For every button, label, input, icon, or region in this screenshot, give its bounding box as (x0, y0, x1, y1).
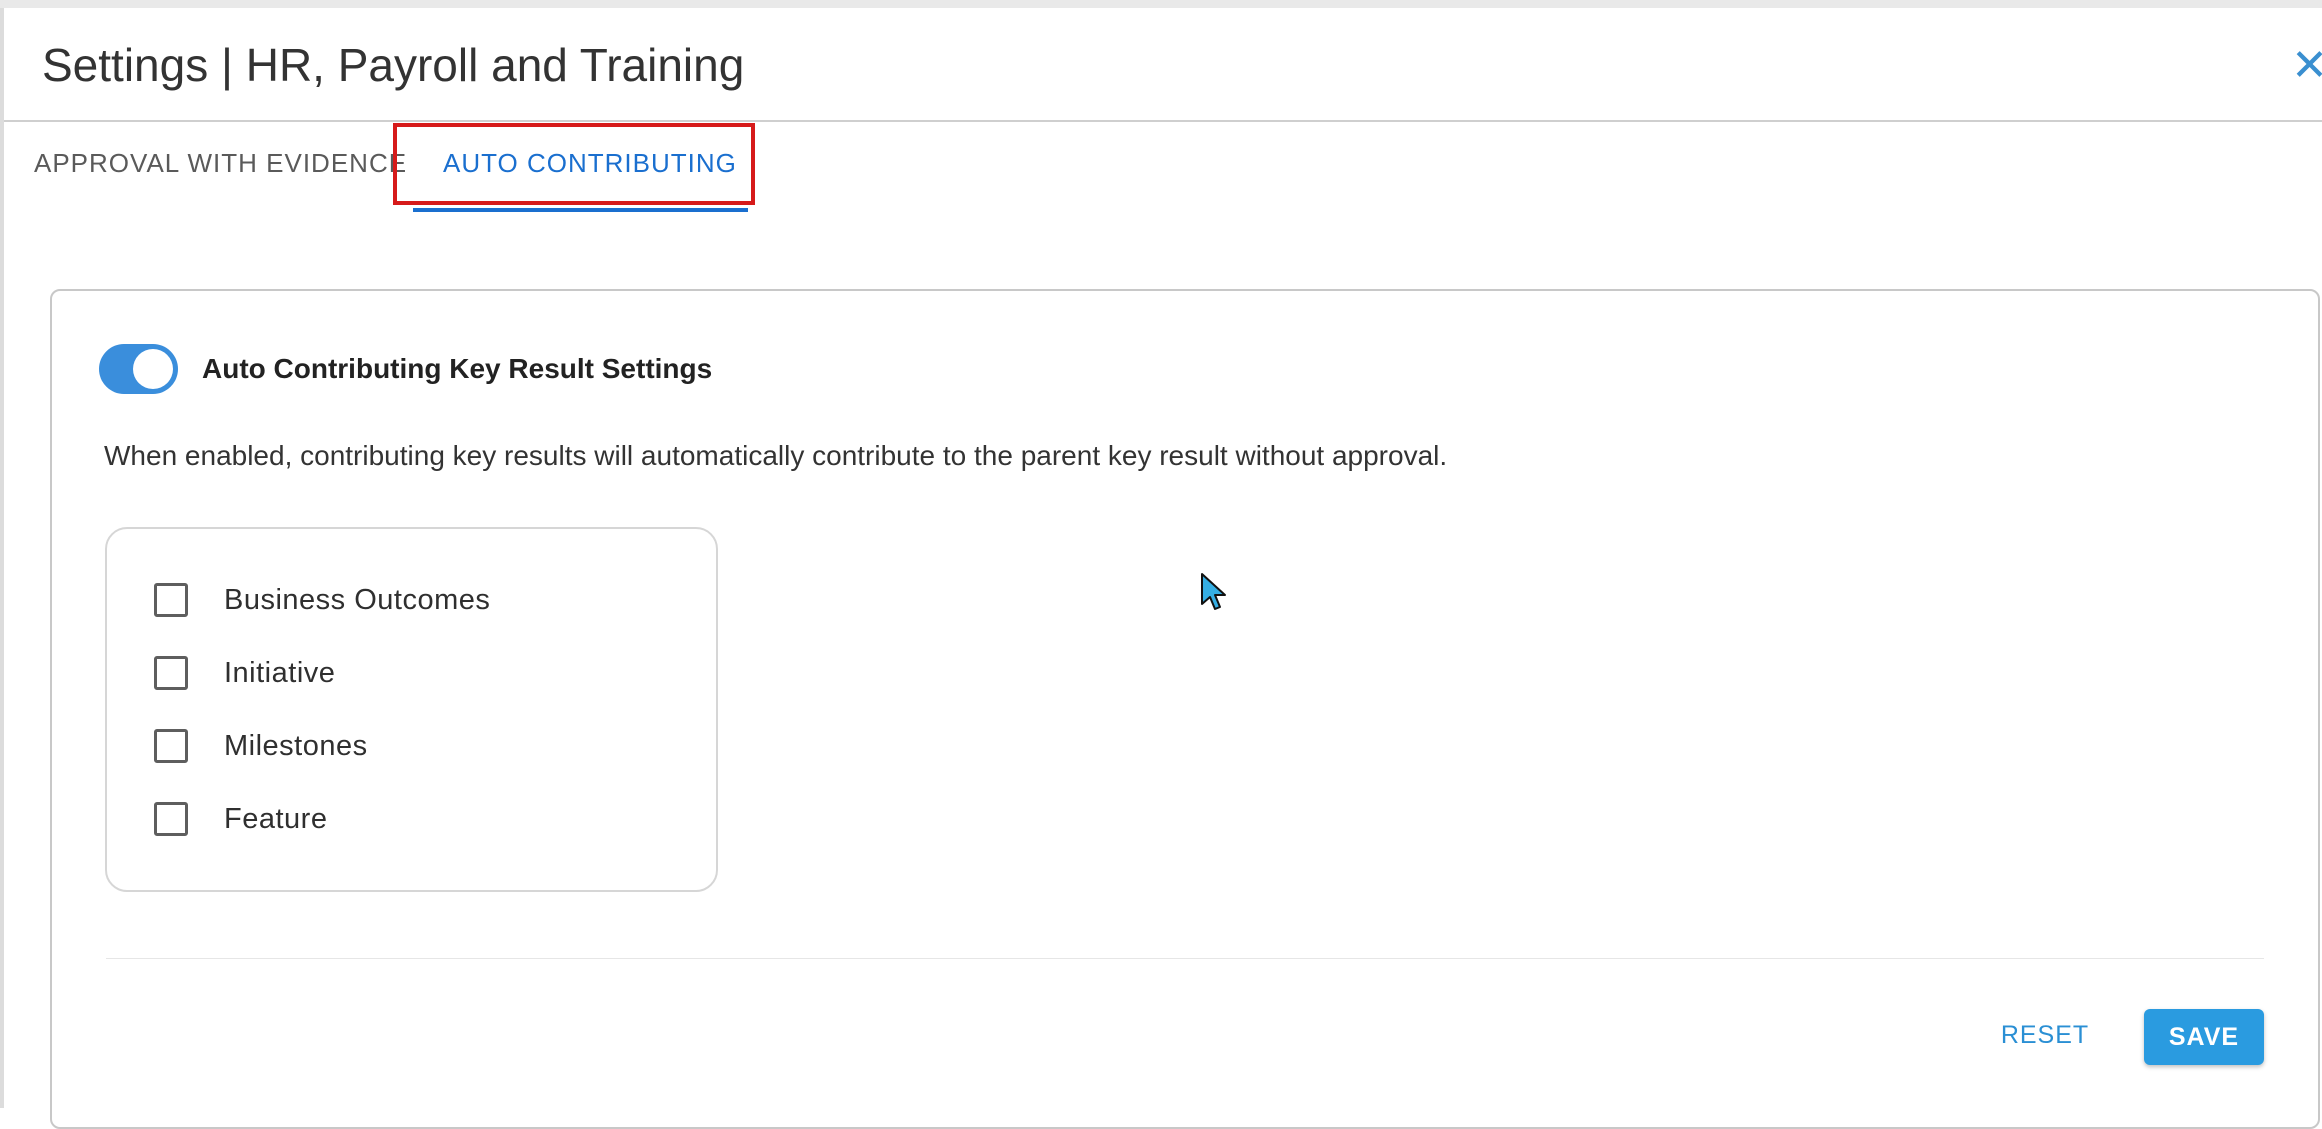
option-label: Business Outcomes (224, 583, 491, 616)
mouse-cursor-icon (1201, 573, 1226, 610)
option-milestones[interactable]: Milestones (154, 726, 368, 766)
dialog-header: Settings | HR, Payroll and Training ✕ (4, 8, 2322, 122)
setting-title: Auto Contributing Key Result Settings (202, 353, 713, 384)
checkbox[interactable] (154, 583, 188, 617)
checkbox[interactable] (154, 802, 188, 836)
option-label: Initiative (224, 656, 336, 689)
left-edge (0, 8, 4, 1108)
save-button[interactable]: SAVE (2144, 1009, 2264, 1065)
setting-description: When enabled, contributing key results w… (104, 440, 1448, 471)
toggle-knob (133, 349, 173, 389)
active-tab-indicator (413, 208, 748, 212)
tab-approval-with-evidence[interactable]: APPROVAL WITH EVIDENCE (34, 148, 407, 179)
reset-button[interactable]: RESET (1985, 1007, 2105, 1063)
close-icon[interactable]: ✕ (2291, 44, 2322, 88)
option-business-outcomes[interactable]: Business Outcomes (154, 580, 490, 620)
tab-auto-contributing[interactable]: AUTO CONTRIBUTING (443, 148, 737, 179)
option-feature[interactable]: Feature (154, 799, 327, 839)
auto-contributing-toggle[interactable] (99, 344, 178, 394)
page-title: Settings | HR, Payroll and Training (42, 39, 745, 91)
footer-divider (106, 958, 2264, 959)
option-label: Milestones (224, 729, 368, 762)
option-initiative[interactable]: Initiative (154, 653, 335, 693)
top-strip (0, 0, 2322, 8)
option-label: Feature (224, 802, 328, 835)
checkbox[interactable] (154, 729, 188, 763)
checkbox[interactable] (154, 656, 188, 690)
